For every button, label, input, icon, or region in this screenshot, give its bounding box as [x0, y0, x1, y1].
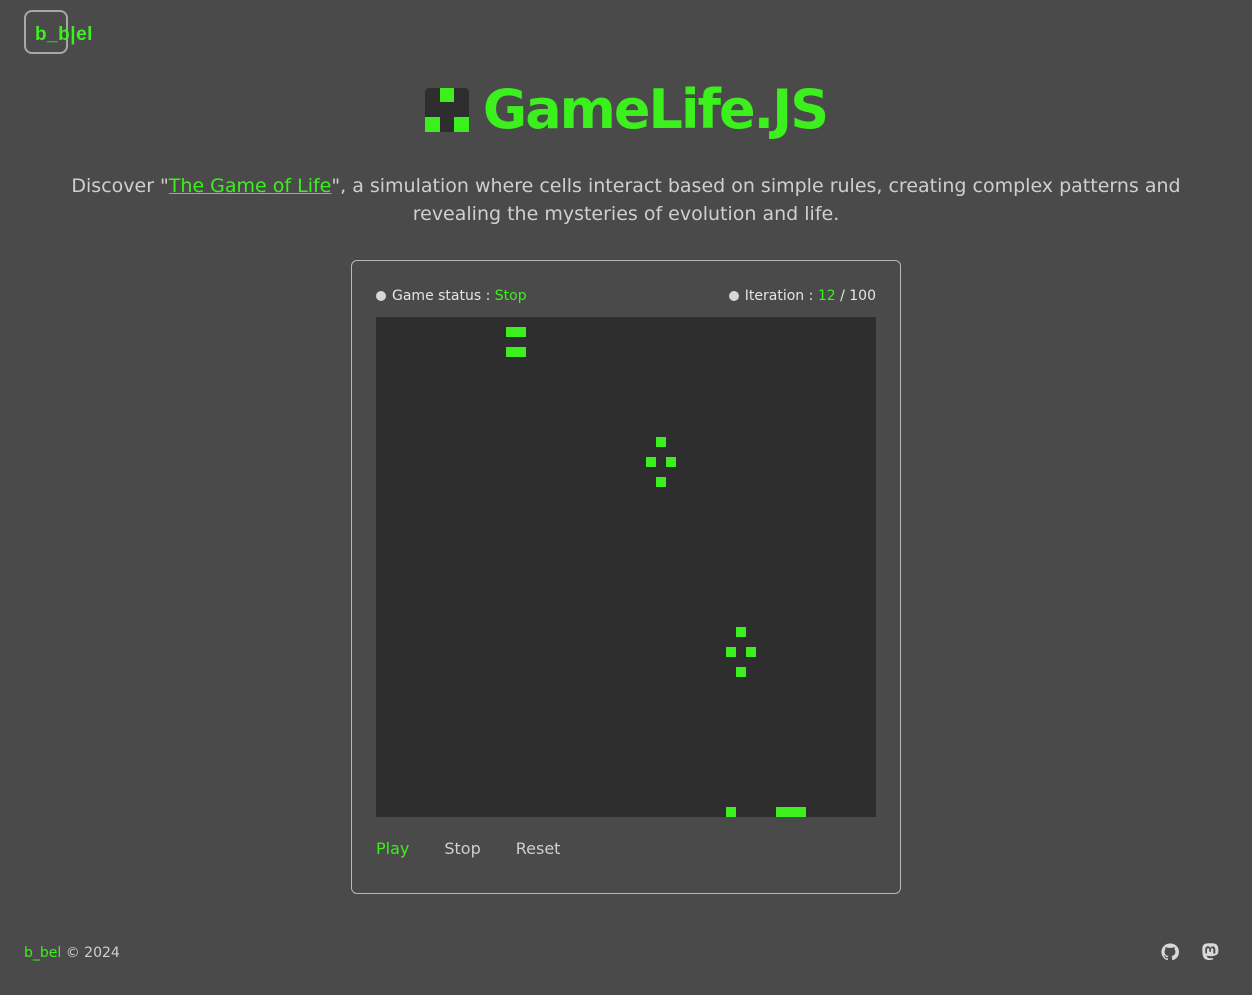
iteration-label: Iteration :	[744, 288, 814, 304]
footer-brand-link[interactable]: b_bel	[24, 945, 61, 961]
live-cell[interactable]	[506, 347, 516, 357]
intro-text: Discover "The Game of Life", a simulatio…	[40, 172, 1212, 228]
logo-text: b_b|el	[35, 24, 93, 45]
live-cell[interactable]	[656, 477, 666, 487]
live-cell[interactable]	[516, 347, 526, 357]
play-button[interactable]: Play	[376, 839, 409, 858]
game-of-life-link[interactable]: The Game of Life	[169, 175, 332, 197]
game-status-value: Stop	[494, 288, 527, 304]
footer-social	[1160, 942, 1220, 962]
reset-button[interactable]: Reset	[516, 839, 561, 858]
live-cell[interactable]	[796, 807, 806, 817]
live-cell[interactable]	[746, 647, 756, 657]
live-cell[interactable]	[646, 457, 656, 467]
intro-prefix: Discover "	[71, 175, 169, 197]
live-cell[interactable]	[666, 457, 676, 467]
mastodon-icon[interactable]	[1200, 942, 1220, 962]
game-controls: Play Stop Reset	[376, 839, 595, 858]
stop-button[interactable]: Stop	[444, 839, 480, 858]
live-cell[interactable]	[516, 327, 526, 337]
iteration-max: 100	[849, 288, 876, 304]
iteration-counter: Iteration : 12 / 100	[728, 287, 876, 305]
live-cell[interactable]	[736, 627, 746, 637]
live-cell[interactable]	[726, 647, 736, 657]
live-cell[interactable]	[506, 327, 516, 337]
live-cell[interactable]	[726, 807, 736, 817]
iteration-current: 12	[817, 288, 836, 304]
game-board[interactable]	[376, 317, 876, 817]
intro-suffix: ", a simulation where cells interact bas…	[331, 175, 1181, 225]
live-cell[interactable]	[656, 437, 666, 447]
checker-block-icon	[424, 88, 469, 132]
game-status: Game status : Stop	[376, 287, 527, 305]
iteration-separator: /	[840, 288, 845, 304]
status-dot-icon	[376, 291, 386, 301]
game-grid[interactable]	[376, 317, 876, 817]
github-icon[interactable]	[1160, 942, 1180, 962]
game-card: Game status : Stop Iteration : 12 / 100 …	[351, 260, 901, 894]
page-header: GameLife.JS	[0, 78, 1252, 142]
footer-copyright: b_bel © 2024	[24, 944, 120, 962]
game-status-label: Game status :	[392, 288, 491, 304]
footer-copyright-text: © 2024	[65, 945, 120, 961]
live-cell[interactable]	[736, 667, 746, 677]
page-title: GameLife.JS	[482, 78, 829, 141]
iteration-dot-icon	[728, 291, 739, 301]
page: b_b|el GameLife.JS Discover "The Game of…	[0, 0, 1252, 995]
live-cell[interactable]	[786, 807, 796, 817]
live-cell[interactable]	[776, 807, 786, 817]
status-bar: Game status : Stop Iteration : 12 / 100	[376, 287, 876, 305]
